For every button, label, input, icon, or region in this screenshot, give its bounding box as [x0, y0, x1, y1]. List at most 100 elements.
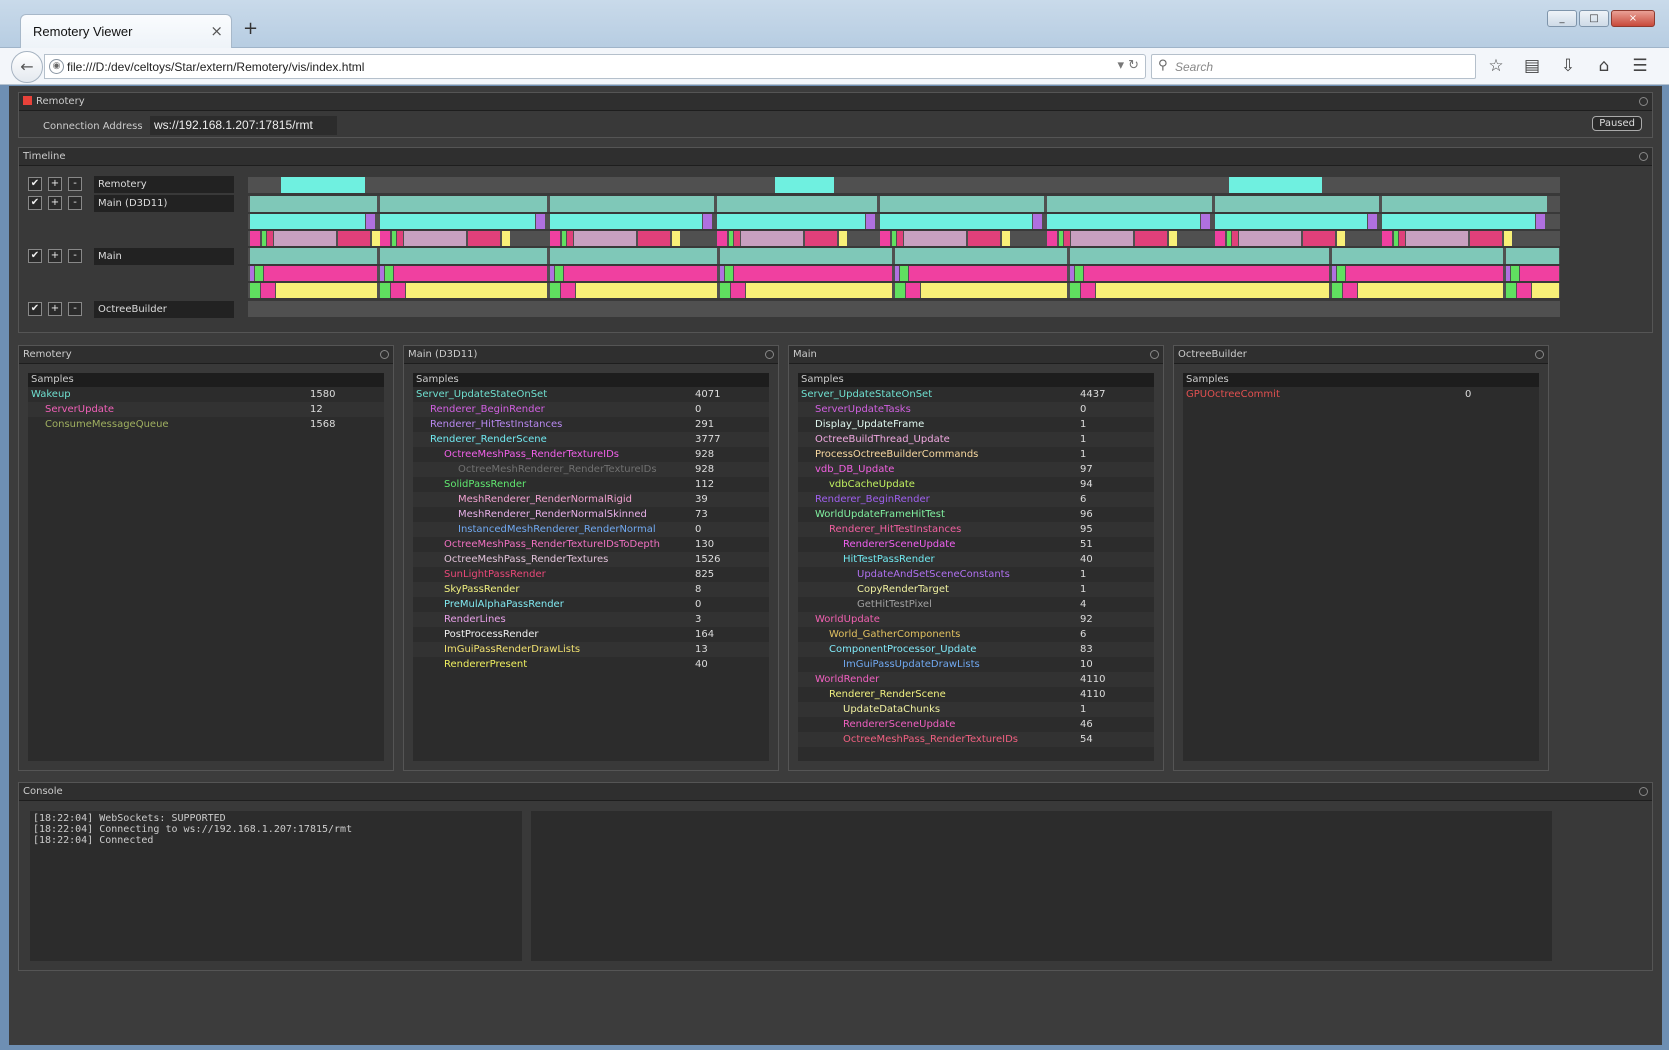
- timeline-sample-bar[interactable]: [392, 231, 396, 246]
- timeline-sample-bar[interactable]: [1084, 266, 1329, 281]
- timeline-sample-bar[interactable]: [1382, 231, 1392, 246]
- sample-row[interactable]: PreMulAlphaPassRender 0: [413, 597, 769, 612]
- timeline-sample-bar[interactable]: [1215, 214, 1367, 229]
- timeline-sample-bar[interactable]: [250, 266, 254, 281]
- timeline-sample-bar[interactable]: [380, 266, 384, 281]
- menu-icon[interactable]: ☰: [1628, 54, 1652, 78]
- sample-row[interactable]: ImGuiPassUpdateDrawLists 10: [798, 657, 1154, 672]
- timeline-sample-bar[interactable]: [264, 266, 377, 281]
- sample-row[interactable]: WorldUpdate 92: [798, 612, 1154, 627]
- thread-collapse-button[interactable]: -: [68, 302, 82, 316]
- timeline-sample-bar[interactable]: [720, 283, 730, 298]
- timeline-sample-bar[interactable]: [1520, 266, 1559, 281]
- panel-close-icon[interactable]: [765, 350, 774, 359]
- timeline-sample-bar[interactable]: [1239, 231, 1301, 246]
- thread-checkbox[interactable]: ✔: [28, 249, 42, 263]
- timeline-sample-bar[interactable]: [720, 248, 892, 264]
- sample-row[interactable]: SolidPassRender 112: [413, 477, 769, 492]
- timeline-sample-bar[interactable]: [717, 231, 727, 246]
- timeline-sample-bar[interactable]: [717, 196, 877, 212]
- timeline-sample-bar[interactable]: [1070, 283, 1080, 298]
- sample-row[interactable]: InstancedMeshRenderer_RenderNormal 0: [413, 522, 769, 537]
- timeline-sample-bar[interactable]: [1303, 231, 1335, 246]
- timeline-sample-bar[interactable]: [734, 231, 740, 246]
- timeline-sample-bar[interactable]: [250, 196, 377, 212]
- timeline-track[interactable]: [248, 301, 1560, 317]
- sample-row[interactable]: CopyRenderTarget 1: [798, 582, 1154, 597]
- timeline-sample-bar[interactable]: [1358, 283, 1503, 298]
- timeline-sample-bar[interactable]: [555, 266, 563, 281]
- thread-expand-button[interactable]: +: [48, 249, 62, 263]
- timeline-sample-bar[interactable]: [1506, 266, 1510, 281]
- timeline-sample-bar[interactable]: [550, 266, 554, 281]
- download-icon[interactable]: ⇩: [1556, 54, 1580, 78]
- connection-address-input[interactable]: ws://192.168.1.207:17815/rmt: [150, 116, 337, 135]
- timeline-sample-bar[interactable]: [1064, 231, 1070, 246]
- bookmark-star-icon[interactable]: ☆: [1484, 54, 1508, 78]
- sample-row[interactable]: RendererSceneUpdate 51: [798, 537, 1154, 552]
- timeline-sample-bar[interactable]: [734, 266, 892, 281]
- sample-row[interactable]: World_GatherComponents 6: [798, 627, 1154, 642]
- tab-close-icon[interactable]: ×: [210, 22, 223, 40]
- timeline-sample-bar[interactable]: [404, 231, 466, 246]
- timeline-sample-bar[interactable]: [1075, 266, 1083, 281]
- timeline-sample-bar[interactable]: [550, 231, 560, 246]
- timeline-sample-bar[interactable]: [1394, 231, 1398, 246]
- sample-row[interactable]: SunLightPassRender 825: [413, 567, 769, 582]
- timeline-sample-bar[interactable]: [909, 266, 1067, 281]
- timeline-sample-bar[interactable]: [261, 283, 275, 298]
- timeline-track[interactable]: [248, 214, 1560, 229]
- timeline-sample-bar[interactable]: [895, 283, 905, 298]
- bookmarks-list-icon[interactable]: ▤: [1520, 54, 1544, 78]
- url-bar[interactable]: ◉ file:///D:/dev/celtoys/Star/extern/Rem…: [44, 54, 1146, 79]
- sample-row[interactable]: WorldRender 4110: [798, 672, 1154, 687]
- timeline-sample-bar[interactable]: [897, 231, 903, 246]
- timeline-sample-bar[interactable]: [1506, 283, 1516, 298]
- sample-row[interactable]: Display_UpdateFrame 1: [798, 417, 1154, 432]
- sample-row[interactable]: OctreeBuildThread_Update 1: [798, 432, 1154, 447]
- timeline-sample-bar[interactable]: [1135, 231, 1167, 246]
- timeline-sample-bar[interactable]: [1337, 231, 1345, 246]
- timeline-sample-bar[interactable]: [394, 266, 547, 281]
- timeline-sample-bar[interactable]: [1047, 231, 1057, 246]
- sample-row[interactable]: vdb_DB_Update 97: [798, 462, 1154, 477]
- timeline-sample-bar[interactable]: [1332, 248, 1503, 264]
- timeline-sample-bar[interactable]: [1332, 266, 1336, 281]
- browser-tab[interactable]: Remotery Viewer ×: [20, 14, 232, 48]
- timeline-sample-bar[interactable]: [397, 231, 403, 246]
- timeline-sample-bar[interactable]: [1470, 231, 1502, 246]
- timeline-track[interactable]: [248, 266, 1560, 281]
- sample-row[interactable]: OctreeMeshPass_RenderTextureIDs 928: [413, 447, 769, 462]
- sample-row[interactable]: ServerUpdate 12: [28, 402, 384, 417]
- sample-row[interactable]: Renderer_BeginRender 0: [413, 402, 769, 417]
- sample-row[interactable]: Server_UpdateStateOnSet 4071: [413, 387, 769, 402]
- timeline-sample-bar[interactable]: [550, 214, 702, 229]
- timeline-sample-bar[interactable]: [502, 231, 510, 246]
- timeline-sample-bar[interactable]: [1232, 231, 1238, 246]
- timeline-sample-bar[interactable]: [255, 266, 263, 281]
- sample-row[interactable]: OctreeMeshPass_RenderTextures 1526: [413, 552, 769, 567]
- timeline-sample-bar[interactable]: [921, 283, 1067, 298]
- sample-row[interactable]: GetHitTestPixel 4: [798, 597, 1154, 612]
- timeline-sample-bar[interactable]: [1215, 196, 1379, 212]
- timeline-sample-bar[interactable]: [1059, 231, 1063, 246]
- timeline-sample-bar[interactable]: [380, 196, 547, 212]
- thread-collapse-button[interactable]: -: [68, 249, 82, 263]
- timeline-sample-bar[interactable]: [274, 231, 336, 246]
- timeline-sample-bar[interactable]: [380, 283, 390, 298]
- sample-row[interactable]: Renderer_RenderScene 3777: [413, 432, 769, 447]
- timeline-sample-bar[interactable]: [1096, 283, 1329, 298]
- timeline-sample-bar[interactable]: [468, 231, 500, 246]
- timeline-sample-bar[interactable]: [1506, 248, 1559, 264]
- timeline-sample-bar[interactable]: [250, 214, 365, 229]
- timeline-sample-bar[interactable]: [1406, 231, 1468, 246]
- timeline-sample-bar[interactable]: [338, 231, 370, 246]
- timeline-sample-bar[interactable]: [906, 283, 920, 298]
- sample-row[interactable]: WorldUpdateFrameHitTest 96: [798, 507, 1154, 522]
- console-input-area[interactable]: [531, 811, 1552, 961]
- timeline-sample-bar[interactable]: [574, 231, 636, 246]
- timeline-sample-bar[interactable]: [1081, 283, 1095, 298]
- timeline-sample-bar[interactable]: [276, 283, 377, 298]
- timeline-sample-bar[interactable]: [880, 196, 1044, 212]
- timeline-sample-bar[interactable]: [576, 283, 717, 298]
